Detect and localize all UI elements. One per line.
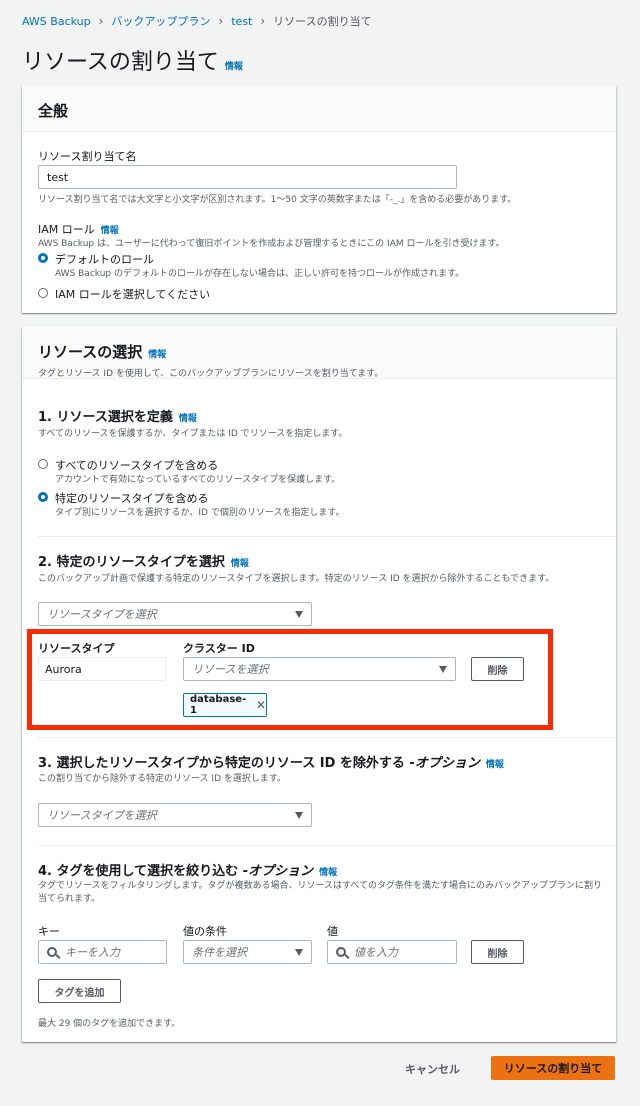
general-panel-title: 全般	[38, 102, 69, 120]
tag-condition-placeholder: 条件を選択	[192, 946, 247, 959]
resource-type-select[interactable]: リソースタイプを選択	[38, 602, 312, 626]
iam-role-desc: AWS Backup は、ユーザーに代わって復旧ポイントを作成および管理するとき…	[38, 239, 505, 249]
resource-selection-panel: リソースの選択 情報 タグとリソース ID を使用して、このバックアッププランに…	[22, 327, 616, 1042]
radio-default-role[interactable]	[38, 253, 48, 263]
tag-key-input[interactable]: キーを入力	[38, 940, 167, 964]
assignment-name-hint: リソース割り当て名では大文字と小文字が区別されます。1〜50 文字の英数字または…	[38, 195, 517, 205]
section4-title: 4. タグを使用して選択を絞り込む -	[38, 864, 249, 879]
section2-title: 2. 特定のリソースタイプを選択	[38, 555, 225, 570]
tag-key-label: キー	[38, 925, 60, 938]
caret-down-icon	[295, 611, 303, 618]
divider	[38, 845, 616, 846]
resource-selection-info-link[interactable]: 情報	[148, 347, 166, 360]
col-cluster-id-label: クラスター ID	[183, 642, 255, 655]
search-icon	[336, 947, 346, 957]
caret-down-icon	[295, 949, 303, 956]
assignment-name-input[interactable]: test	[38, 165, 457, 189]
resource-type-value: Aurora	[38, 657, 166, 681]
breadcrumb-plan-test[interactable]: test	[231, 15, 252, 28]
divider	[38, 536, 616, 537]
chevron-right-icon: ›	[260, 14, 266, 28]
breadcrumb-backup-plans[interactable]: バックアッププラン	[111, 13, 210, 29]
section3-title: 3. 選択したリソースタイプから特定のリソース ID を除外する -	[38, 756, 415, 771]
remove-resource-button[interactable]: 削除	[471, 657, 524, 681]
tag-condition-label: 値の条件	[183, 925, 227, 938]
general-panel-header: 全般	[22, 86, 616, 132]
assign-resources-button[interactable]: リソースの割り当て	[491, 1056, 615, 1080]
section3-heading: 3. 選択したリソースタイプから特定のリソース ID を除外する - オプション…	[38, 752, 504, 771]
caret-down-icon	[295, 812, 303, 819]
section4-info-link[interactable]: 情報	[319, 865, 337, 878]
max-tags-note: 最大 29 個のタグを追加できます。	[38, 1019, 181, 1029]
tag-key-placeholder: キーを入力	[65, 946, 120, 959]
selected-token-label: database-1	[190, 694, 247, 716]
cluster-id-select-placeholder: リソースを選択	[192, 663, 269, 676]
section1-title: 1. リソース選択を定義	[38, 410, 173, 425]
section4-heading: 4. タグを使用して選択を絞り込む - オプション 情報	[38, 860, 337, 879]
page-header: リソースの割り当て 情報	[22, 44, 243, 76]
iam-role-label: IAM ロール	[38, 223, 95, 236]
radio-specific-resource-types[interactable]	[38, 492, 48, 502]
caret-down-icon	[439, 666, 447, 673]
tag-condition-select[interactable]: 条件を選択	[183, 940, 312, 964]
chevron-right-icon: ›	[218, 14, 224, 28]
iam-role-heading: IAM ロール 情報	[38, 221, 119, 237]
add-tag-button[interactable]: タグを追加	[38, 979, 121, 1003]
specific-resource-types-label[interactable]: 特定のリソースタイプを含める	[55, 490, 208, 506]
page-info-link[interactable]: 情報	[225, 59, 243, 72]
section3-desc: この割り当てから除外する特定のリソース ID を選択します。	[38, 774, 286, 784]
iam-role-info-link[interactable]: 情報	[101, 223, 119, 236]
section3-optional: オプション	[414, 756, 480, 771]
section1-info-link[interactable]: 情報	[179, 411, 197, 424]
exclude-resource-type-select[interactable]: リソースタイプを選択	[38, 803, 312, 827]
all-resource-types-label[interactable]: すべてのリソースタイプを含める	[55, 457, 218, 473]
radio-all-resource-types[interactable]	[38, 459, 48, 469]
search-icon	[47, 947, 57, 957]
default-role-desc: AWS Backup のデフォルトのロールが存在しない場合は、正しい許可を持つロ…	[55, 269, 465, 279]
section4-desc: タグでリソースをフィルタリングします。タグが複数ある場合、リソースはすべてのタグ…	[38, 881, 603, 904]
cluster-id-select[interactable]: リソースを選択	[183, 657, 456, 681]
assignment-name-value: test	[47, 170, 69, 184]
chevron-right-icon: ›	[98, 14, 104, 28]
page-title: リソースの割り当て	[22, 50, 219, 75]
cancel-button[interactable]: キャンセル	[405, 1061, 460, 1077]
specific-resource-types-desc: タイプ別にリソースを選択するか、ID で個別のリソースを指定します。	[55, 508, 345, 518]
section2-info-link[interactable]: 情報	[231, 556, 249, 569]
radio-choose-role[interactable]	[38, 288, 48, 298]
general-panel: 全般 リソース割り当て名 test リソース割り当て名では大文字と小文字が区別さ…	[22, 86, 616, 313]
section3-info-link[interactable]: 情報	[486, 757, 504, 770]
choose-role-label[interactable]: IAM ロールを選択してください	[55, 286, 210, 302]
exclude-resource-type-placeholder: リソースタイプを選択	[47, 809, 157, 822]
section4-optional: オプション	[248, 864, 314, 879]
close-icon[interactable]: ✕	[256, 698, 266, 712]
section1-heading: 1. リソース選択を定義 情報	[38, 406, 197, 425]
resource-selection-desc: タグとリソース ID を使用して、このバックアッププランにリソースを割り当てます…	[38, 369, 384, 379]
tag-value-input[interactable]: 値を入力	[327, 940, 457, 964]
selected-token: database-1 ✕	[183, 693, 267, 717]
assignment-name-label: リソース割り当て名	[38, 150, 137, 163]
section2-desc: このバックアップ計画で保護する特定のリソースタイプを選択します。特定のリソース …	[38, 574, 555, 584]
tag-value-label: 値	[327, 925, 338, 938]
resource-selection-title: リソースの選択	[38, 343, 143, 361]
divider	[38, 737, 616, 738]
resource-selection-header: リソースの選択 情報 タグとリソース ID を使用して、このバックアッププランに…	[22, 327, 616, 379]
section2-heading: 2. 特定のリソースタイプを選択 情報	[38, 551, 249, 570]
breadcrumb: AWS Backup › バックアッププラン › test › リソースの割り当…	[22, 13, 372, 29]
breadcrumb-aws-backup[interactable]: AWS Backup	[22, 15, 91, 28]
section1-desc: すべてのリソースを保護するか、タイプまたは ID でリソースを指定します。	[38, 429, 348, 439]
remove-tag-button[interactable]: 削除	[471, 940, 524, 964]
all-resource-types-desc: アカウントで有効になっているすべてのリソースタイプを保護します。	[55, 475, 341, 485]
col-resource-type-label: リソースタイプ	[38, 642, 115, 655]
resource-type-select-placeholder: リソースタイプを選択	[47, 608, 157, 621]
tag-value-placeholder: 値を入力	[354, 946, 398, 959]
default-role-label[interactable]: デフォルトのロール	[55, 251, 154, 267]
breadcrumb-current: リソースの割り当て	[273, 15, 372, 28]
